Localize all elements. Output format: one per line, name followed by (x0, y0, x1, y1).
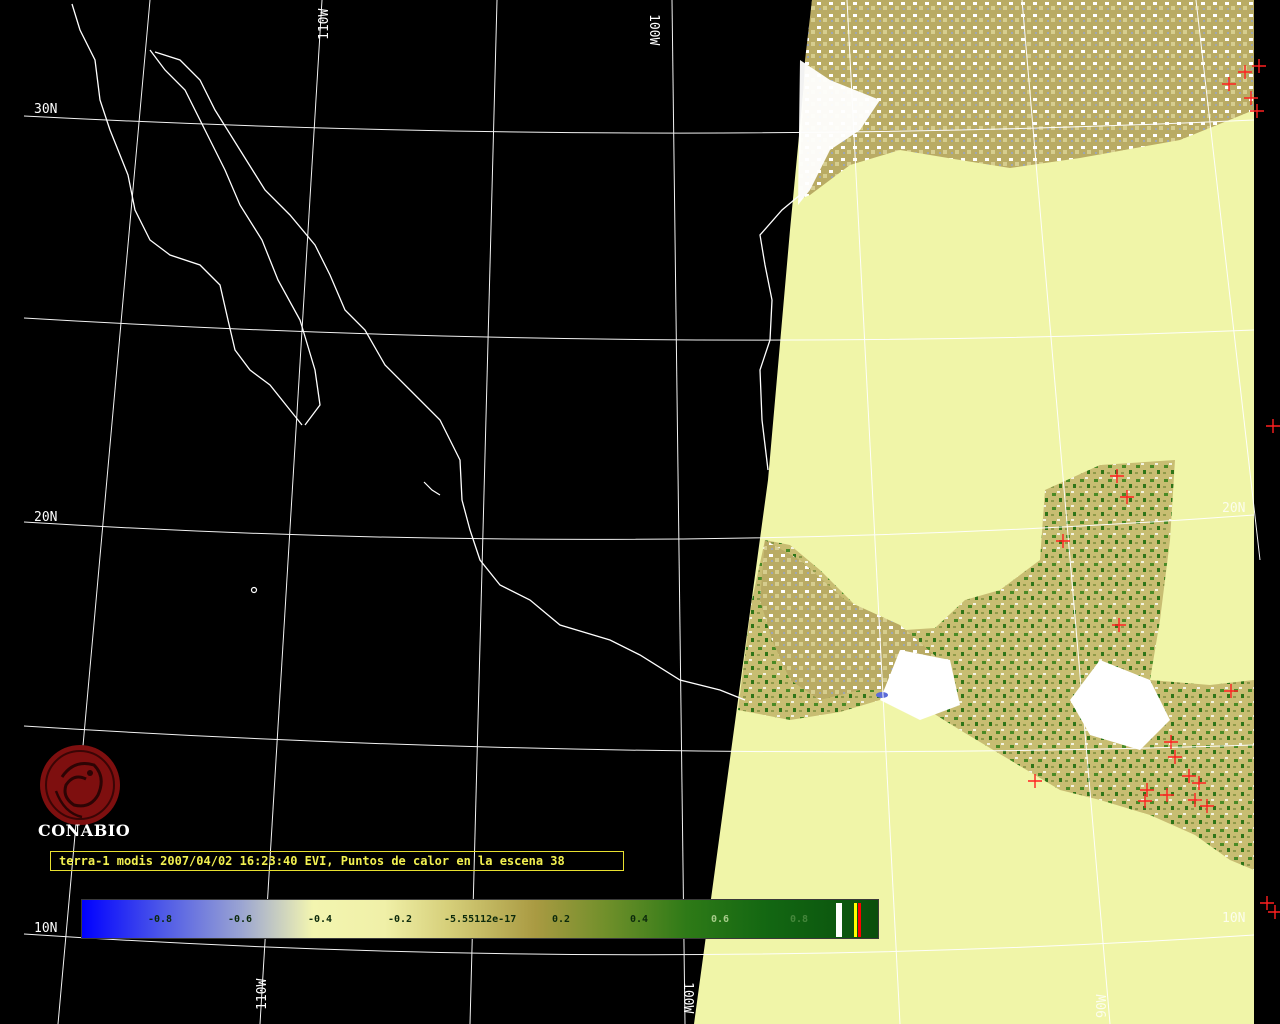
colorbar-tick: -0.2 (388, 914, 413, 925)
colorbar-tick: -0.8 (148, 914, 173, 925)
label-20n: 20N (34, 510, 57, 525)
label-100w-bottom: 100W (680, 982, 695, 1013)
scene-caption: terra-1 modis 2007/04/02 16:23:40 EVI, P… (50, 851, 624, 871)
label-110w-top: 110W (317, 9, 332, 40)
coastlines (71, 3, 801, 701)
colorbar-tick: 0.6 (711, 914, 730, 925)
colorbar-swatch-red (858, 903, 861, 937)
sonora-coast (154, 51, 746, 701)
conabio-logo-text: CONABIO (38, 821, 131, 840)
label-10n: 10N (34, 921, 57, 936)
colorbar-tick: -0.6 (228, 914, 253, 925)
label-110w-bottom: 110W (255, 979, 270, 1010)
label-100w-top: 100W (646, 14, 661, 45)
right-edge-strip (1254, 0, 1280, 1024)
baja-california-east (149, 49, 321, 426)
lake-blue (876, 692, 888, 698)
colorbar-swatch-white (836, 903, 842, 937)
label-90w-bottom: 90W (1095, 994, 1110, 1018)
colorbar-swatch-yellow (854, 903, 857, 937)
colorbar-tick: 0.8 (790, 914, 809, 925)
colorbar-tick: 0.2 (552, 914, 571, 925)
label-10n-east: 10N (1222, 911, 1245, 926)
colorbar-tick: -0.4 (308, 914, 333, 925)
label-20n-east: 20N (1222, 501, 1245, 516)
evi-colorbar: -0.8 -0.6 -0.4 -0.2 -5.55112e-17 0.2 0.4… (81, 899, 879, 939)
colorbar-tick: -5.55112e-17 (444, 914, 517, 925)
label-30n: 30N (34, 102, 57, 117)
colorbar-tick: 0.4 (630, 914, 649, 925)
